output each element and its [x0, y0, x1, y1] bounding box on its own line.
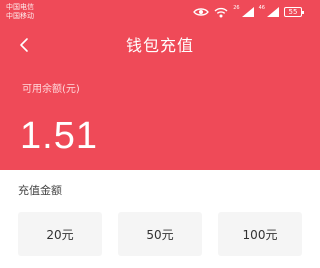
amount-option-50[interactable]: 50元 [118, 212, 202, 256]
page-title: 钱包充值 [125, 36, 194, 55]
status-bar: 中国电信 中国移动 26 46 55 [0, 0, 320, 24]
carrier-names: 中国电信 中国移动 [6, 3, 34, 20]
status-icons: 26 46 55 [193, 5, 304, 18]
wallet-recharge-screen: 中国电信 中国移动 26 46 55 钱包充值 可用余额(元) 1.51 充值金… [0, 0, 320, 268]
amount-option-20[interactable]: 20元 [18, 212, 102, 256]
signal-icon-1 [241, 7, 254, 17]
carrier-secondary: 中国移动 [6, 11, 34, 20]
recharge-amount-label: 充值金额 [18, 184, 62, 197]
network-type-2: 46 [258, 5, 265, 11]
battery-icon: 55 [284, 7, 304, 17]
navigation-bar: 钱包充值 [0, 28, 320, 64]
available-balance-value: 1.51 [20, 115, 98, 157]
amount-option-100[interactable]: 100元 [218, 212, 302, 256]
eye-icon [193, 7, 210, 17]
network-type-1: 26 [233, 5, 240, 11]
carrier-primary: 中国电信 [6, 3, 34, 11]
signal-icon-2 [267, 7, 279, 17]
wifi-icon [214, 7, 228, 18]
available-balance-label: 可用余额(元) [22, 84, 80, 95]
